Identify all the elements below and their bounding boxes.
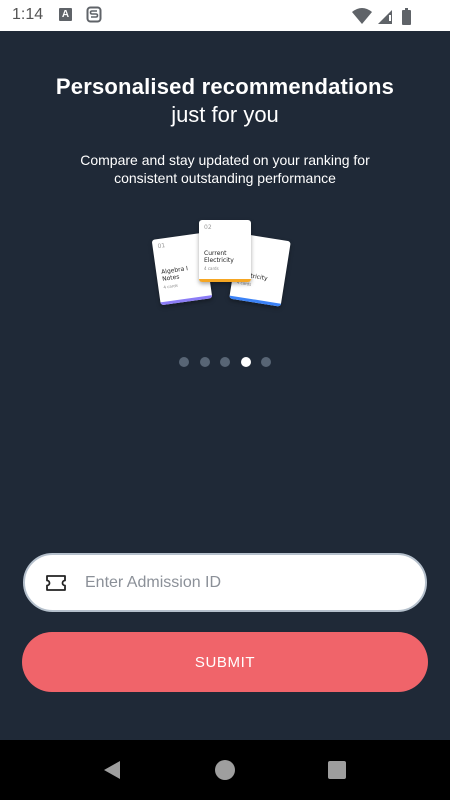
card-title: Algebra I Notes xyxy=(160,265,189,283)
a-icon: A xyxy=(59,8,72,21)
navigation-bar xyxy=(0,740,450,800)
battery-icon xyxy=(402,8,411,25)
signal-icon xyxy=(378,10,392,24)
s-icon xyxy=(86,6,102,23)
recents-icon[interactable] xyxy=(328,761,346,779)
card-number: 02 xyxy=(204,224,212,231)
back-icon[interactable] xyxy=(102,760,122,780)
pagination-dot[interactable] xyxy=(220,357,230,367)
headline: Personalised recommendations xyxy=(55,74,395,99)
card-illustration: 02 Current Electricity 4 cards xyxy=(199,220,251,282)
home-icon[interactable] xyxy=(215,760,235,780)
pagination-dots xyxy=(179,357,271,369)
wifi-icon xyxy=(352,8,372,24)
card-title: Current Electricity xyxy=(204,250,234,264)
submit-button[interactable]: SUBMIT xyxy=(22,632,428,692)
pagination-dot-active[interactable] xyxy=(240,357,251,367)
subheadline: just for you xyxy=(171,102,279,127)
card-subtitle: 4 cards xyxy=(204,266,219,271)
cards-illustration: 01 Algebra I Notes 4 cards 03 Test Elect… xyxy=(151,216,298,307)
card-accent-bar xyxy=(160,295,213,306)
card-subtitle: 4 cards xyxy=(163,282,179,290)
description: Compare and stay updated on your ranking… xyxy=(80,152,370,186)
card-number: 01 xyxy=(157,242,166,251)
pagination-dot[interactable] xyxy=(199,357,210,367)
onboarding-screen: Personalised recommendations just for yo… xyxy=(0,31,450,740)
card-accent-bar xyxy=(229,295,281,307)
pagination-dot[interactable] xyxy=(179,357,189,367)
status-time: 1:14 xyxy=(12,6,44,23)
status-bar: 1:14 A xyxy=(0,0,450,31)
ticket-icon xyxy=(46,575,66,591)
card-accent-bar xyxy=(199,279,251,282)
status-right-icons xyxy=(352,8,411,25)
pagination-dot[interactable] xyxy=(261,357,271,367)
admission-id-input[interactable] xyxy=(85,563,405,603)
admission-id-field[interactable] xyxy=(23,553,427,612)
